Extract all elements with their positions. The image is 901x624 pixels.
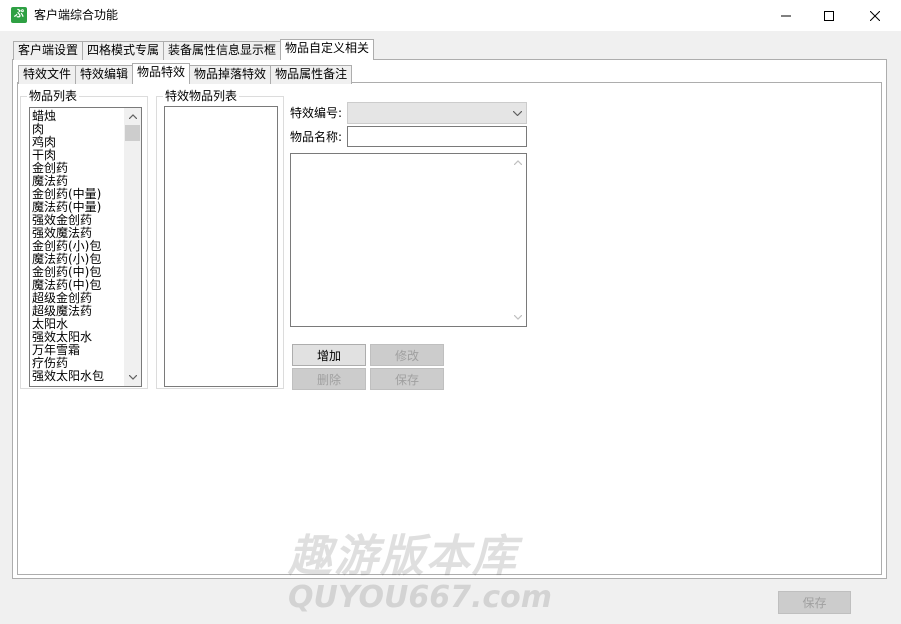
effect-item-list-group: 特效物品列表 xyxy=(156,89,284,389)
window-title: 客户端综合功能 xyxy=(34,8,119,22)
footer-save-button[interactable]: 保存 xyxy=(778,591,851,614)
memo-scroll-down-icon[interactable] xyxy=(509,309,526,326)
item-name-label: 物品名称: xyxy=(290,130,343,144)
outer-tab-strip: 客户端设置 四格模式专属 装备属性信息显示框 物品自定义相关 xyxy=(13,39,375,60)
chevron-down-icon xyxy=(510,105,524,121)
memo-scroll-up-icon[interactable] xyxy=(509,154,526,171)
tab-four-grid-mode[interactable]: 四格模式专属 xyxy=(82,41,165,60)
delete-button[interactable]: 删除 xyxy=(292,368,366,390)
tab-effect-file[interactable]: 特效文件 xyxy=(18,65,77,84)
item-list-scrollbar[interactable] xyxy=(124,108,141,386)
watermark-line2: QUYOU667.com xyxy=(288,580,553,615)
item-list-label: 物品列表 xyxy=(27,89,80,103)
item-name-input[interactable] xyxy=(347,126,527,147)
scroll-up-icon[interactable] xyxy=(124,108,141,125)
minimize-button[interactable] xyxy=(763,0,809,31)
save-button[interactable]: 保存 xyxy=(370,368,444,390)
inner-tab-strip: 特效文件 特效编辑 物品特效 物品掉落特效 物品属性备注 xyxy=(18,63,353,84)
effect-item-list-label: 特效物品列表 xyxy=(163,89,240,103)
close-button[interactable] xyxy=(852,0,898,31)
scroll-down-icon[interactable] xyxy=(124,369,141,386)
title-bar: ぷ 客户端综合功能 xyxy=(0,0,901,31)
tab-item-attribute-note[interactable]: 物品属性备注 xyxy=(270,65,353,84)
app-logo-icon: ぷ xyxy=(11,7,27,23)
tab-item-effect[interactable]: 物品特效 xyxy=(132,63,191,84)
close-icon xyxy=(870,10,880,21)
modify-button[interactable]: 修改 xyxy=(370,344,444,366)
item-list-group: 物品列表 蜡烛肉鸡肉 干肉 金创药 魔法药 金创药(中量) 魔法药(中量) 强效金创药 强效魔… xyxy=(20,89,148,389)
effect-item-listbox[interactable] xyxy=(164,106,278,387)
tab-item-drop-effect[interactable]: 物品掉落特效 xyxy=(189,65,272,84)
tab-effect-edit[interactable]: 特效编辑 xyxy=(75,65,134,84)
item-listbox[interactable]: 蜡烛肉鸡肉 干肉 金创药 魔法药 金创药(中量) 魔法药(中量) 强效金创药 强效魔法药 金创药… xyxy=(29,107,142,387)
memo-scrollbar[interactable] xyxy=(509,154,526,326)
tab-item-custom[interactable]: 物品自定义相关 xyxy=(280,39,375,60)
tab-client-settings[interactable]: 客户端设置 xyxy=(13,41,84,60)
scroll-thumb[interactable] xyxy=(125,125,140,141)
maximize-icon xyxy=(824,10,834,21)
inner-tab-panel: 物品列表 蜡烛肉鸡肉 干肉 金创药 魔法药 金创药(中量) 魔法药(中量) 强效金创药 强效魔… xyxy=(17,82,882,575)
tab-equipment-info-box[interactable]: 装备属性信息显示框 xyxy=(163,41,282,60)
effect-memo-textarea[interactable] xyxy=(290,153,527,327)
add-button[interactable]: 增加 xyxy=(292,344,366,366)
effect-id-combobox[interactable] xyxy=(347,102,527,124)
watermark-line1: 趣游版本库 xyxy=(288,531,518,582)
watermark-logo: 趣游版本库 QUYOU667.com xyxy=(288,520,628,620)
maximize-button[interactable] xyxy=(806,0,852,31)
minimize-icon xyxy=(781,15,791,16)
effect-id-label: 特效编号: xyxy=(290,106,343,120)
